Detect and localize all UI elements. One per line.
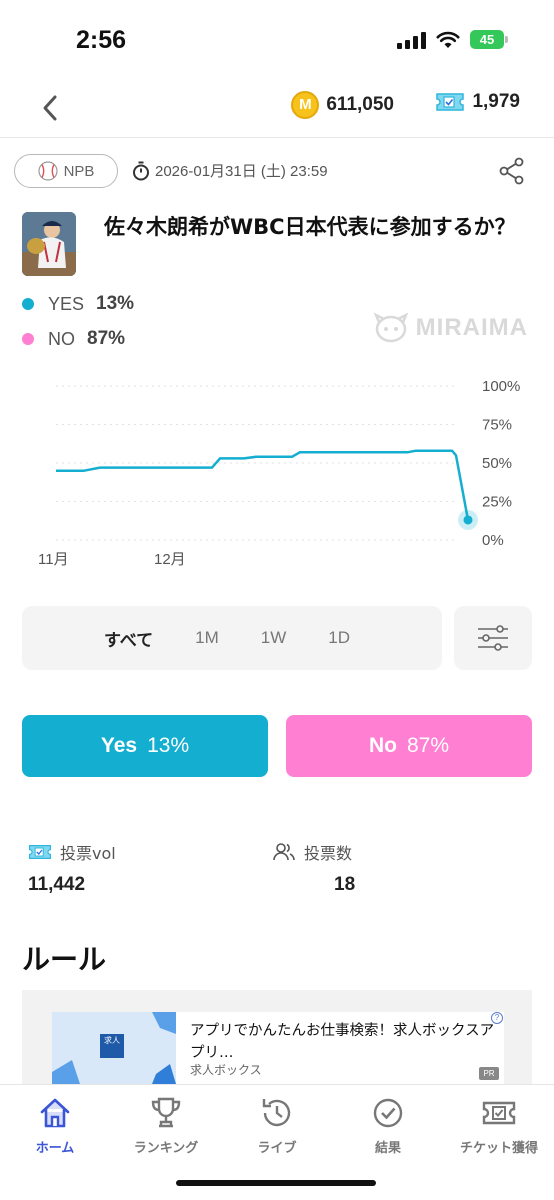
chart-series-line	[56, 449, 470, 521]
ad-logo: 求人	[100, 1034, 124, 1058]
range-selector: すべて 1M 1W 1D	[22, 606, 442, 670]
category-tag[interactable]: NPB	[14, 154, 118, 188]
coin-value: 611,050	[326, 94, 394, 115]
stat-volume-text: 投票vol	[60, 844, 116, 863]
vote-yes-label: Yes	[100, 734, 138, 757]
wifi-icon	[436, 31, 460, 48]
vote-no-percent: 87%	[406, 734, 450, 757]
option-no: NO 87%	[22, 328, 125, 350]
ad-pr-badge: PR	[479, 1067, 499, 1080]
filter-button[interactable]	[454, 606, 532, 670]
nav-live[interactable]: ライブ	[222, 1095, 332, 1156]
stat-count-label: 投票数	[272, 840, 352, 864]
nav-home-label: ホーム	[35, 1141, 75, 1156]
watermark: MIRAIMA	[372, 312, 528, 344]
ad-source: 求人ボックス	[190, 1063, 262, 1077]
nav-results-label: 結果	[374, 1141, 401, 1156]
nav-results[interactable]: 結果	[333, 1095, 443, 1156]
chart-y-tick-label: 50%	[482, 455, 512, 472]
option-yes-percent: 13%	[96, 293, 135, 314]
rules-heading: ルール	[22, 943, 107, 976]
users-icon	[273, 843, 295, 861]
option-no-label: NO	[48, 328, 75, 349]
coin-icon: M	[291, 91, 320, 119]
stat-volume-value: 11,442	[28, 874, 86, 895]
stat-count-text: 投票数	[304, 844, 353, 863]
watermark-text: MIRAIMA	[415, 314, 528, 341]
chart-y-tick-label: 25%	[482, 494, 512, 511]
ad-image[interactable]: 求人	[52, 1012, 176, 1084]
nav-ranking[interactable]: ランキング	[111, 1095, 221, 1156]
option-no-percent: 87%	[87, 328, 126, 349]
mascot-logo-icon	[373, 312, 409, 343]
trophy-icon	[151, 1097, 181, 1128]
ad-title[interactable]: アプリでかんたんお仕事検索！求人ボックスアプリ…	[190, 1020, 500, 1064]
nav-live-label: ライブ	[257, 1141, 297, 1156]
stat-count-value: 18	[334, 874, 356, 895]
deadline-text: 2026-01月31日 (土) 23:59	[155, 163, 328, 180]
status-icons: 45	[397, 30, 508, 49]
history-icon	[262, 1099, 291, 1127]
battery-icon: 45	[470, 30, 508, 49]
status-time: 2:56	[76, 26, 127, 54]
no-dot	[22, 333, 34, 345]
category-label: NPB	[63, 162, 95, 180]
ticket-balance[interactable]: 1,979	[435, 91, 520, 113]
share-icon	[499, 157, 524, 185]
yes-dot	[22, 298, 34, 310]
top-nav: M 611,050 1,979	[0, 80, 554, 138]
sliders-icon	[478, 625, 508, 651]
share-button[interactable]	[498, 156, 526, 186]
range-1m[interactable]: 1M	[195, 628, 219, 648]
chart-y-tick-label: 100%	[482, 378, 520, 395]
home-indicator	[176, 1180, 376, 1186]
ticket-icon	[29, 845, 51, 859]
deadline: 2026-01月31日 (土) 23:59	[132, 160, 328, 181]
nav-home[interactable]: ホーム	[0, 1095, 110, 1156]
option-yes: YES 13%	[22, 293, 134, 315]
baseball-icon	[37, 161, 58, 181]
back-button[interactable]	[32, 90, 68, 126]
chart-x-tick-label: 12月	[154, 551, 186, 568]
check-circle-icon	[373, 1098, 403, 1128]
nav-ranking-label: ランキング	[133, 1141, 199, 1156]
nav-tickets-label: チケット獲得	[459, 1141, 538, 1156]
chart-y-tick-label: 0%	[482, 532, 504, 549]
chevron-left-icon	[43, 95, 57, 121]
range-1w[interactable]: 1W	[261, 628, 287, 648]
vote-no-button[interactable]: No 87%	[286, 715, 532, 777]
ticket-value: 1,979	[472, 91, 520, 112]
chart-y-tick-label: 75%	[482, 417, 512, 434]
stopwatch-icon	[133, 161, 149, 180]
stat-volume-label: 投票vol	[28, 840, 116, 864]
status-bar: 2:56 45	[0, 0, 554, 80]
range-1d[interactable]: 1D	[328, 628, 350, 648]
vote-no-label: No	[368, 734, 397, 757]
ticket-icon	[482, 1101, 516, 1125]
market-title: 佐々木朗希がWBC日本代表に参加するか？	[104, 215, 516, 239]
home-icon	[40, 1098, 70, 1128]
signal-icon	[397, 31, 426, 49]
chart-x-tick-label: 11月	[38, 551, 69, 568]
range-all[interactable]: すべて	[104, 626, 153, 651]
market-thumbnail	[22, 212, 76, 276]
option-yes-label: YES	[48, 293, 85, 314]
coin-balance[interactable]: M 611,050	[291, 91, 394, 119]
nav-tickets[interactable]: チケット獲得	[444, 1095, 554, 1156]
vote-yes-button[interactable]: Yes 13%	[22, 715, 268, 777]
ad-info-icon[interactable]: ?	[491, 1012, 503, 1024]
ticket-icon	[436, 93, 465, 111]
chart-endpoint-marker	[463, 515, 473, 525]
probability-chart: 100% 75% 50% 25% 0% 11月 12月	[38, 378, 520, 568]
vote-yes-percent: 13%	[147, 734, 190, 757]
battery-level: 45	[470, 30, 504, 49]
